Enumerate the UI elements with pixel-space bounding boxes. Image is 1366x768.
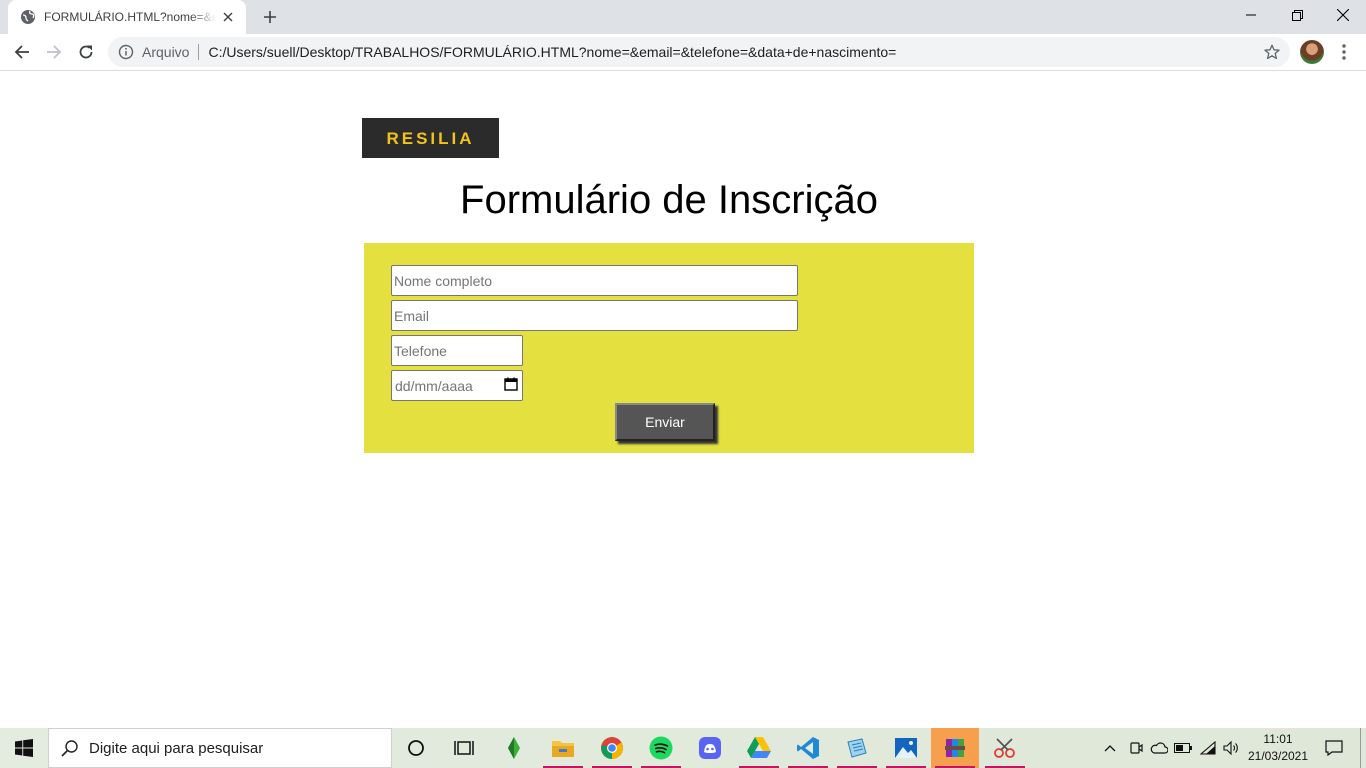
forward-icon[interactable] bbox=[40, 38, 68, 66]
system-clock[interactable]: 11:01 21/03/2021 bbox=[1244, 731, 1312, 765]
reload-icon[interactable] bbox=[72, 38, 100, 66]
file-explorer-icon[interactable] bbox=[539, 728, 587, 768]
google-drive-icon[interactable] bbox=[735, 728, 783, 768]
url-text[interactable]: C:/Users/suell/Desktop/TRABALHOS/FORMULÁ… bbox=[208, 44, 1262, 60]
submit-button[interactable]: Enviar bbox=[615, 403, 715, 441]
star-icon[interactable] bbox=[1262, 42, 1282, 62]
phone-input[interactable] bbox=[391, 335, 523, 366]
discord-icon[interactable] bbox=[686, 728, 734, 768]
close-icon[interactable] bbox=[220, 9, 236, 25]
omnibox-divider bbox=[198, 44, 200, 60]
onedrive-icon[interactable] bbox=[1148, 728, 1170, 768]
sims-icon[interactable] bbox=[490, 728, 538, 768]
info-icon[interactable] bbox=[118, 44, 134, 60]
tab-strip: FORMULÁRIO.HTML?nome=&email=&telefone=&d… bbox=[0, 0, 1366, 34]
minimize-icon[interactable] bbox=[1228, 0, 1274, 30]
more-vert-icon[interactable] bbox=[1334, 42, 1354, 62]
volume-icon[interactable] bbox=[1220, 728, 1242, 768]
plus-icon[interactable] bbox=[258, 5, 282, 29]
globe-icon bbox=[20, 9, 36, 25]
email-input[interactable] bbox=[391, 300, 798, 331]
search-icon bbox=[61, 739, 79, 757]
photos-icon[interactable] bbox=[882, 728, 930, 768]
browser-tab[interactable]: FORMULÁRIO.HTML?nome=&email=&telefone=&d… bbox=[8, 0, 246, 34]
profile-avatar[interactable] bbox=[1300, 40, 1324, 64]
birthdate-input[interactable]: dd/mm/aaaa bbox=[391, 370, 523, 401]
wifi-icon[interactable] bbox=[1197, 728, 1219, 768]
page-viewport: RESILIA Formulário de Inscrição dd/mm/aa… bbox=[0, 71, 1366, 728]
vscode-icon[interactable] bbox=[784, 728, 832, 768]
chrome-icon[interactable] bbox=[588, 728, 636, 768]
winrar-icon[interactable] bbox=[931, 728, 979, 768]
show-desktop-button[interactable] bbox=[1360, 728, 1366, 768]
battery-icon[interactable] bbox=[1172, 728, 1194, 768]
back-icon[interactable] bbox=[8, 38, 36, 66]
cortana-icon[interactable] bbox=[392, 728, 440, 768]
resilia-logo: RESILIA bbox=[362, 118, 499, 158]
spotify-icon[interactable] bbox=[637, 728, 685, 768]
meet-now-icon[interactable] bbox=[1126, 728, 1146, 768]
clock-date: 21/03/2021 bbox=[1247, 749, 1309, 763]
chevron-up-icon[interactable] bbox=[1100, 728, 1120, 768]
page-title: Formulário de Inscrição bbox=[460, 178, 878, 222]
scheme-label: Arquivo bbox=[142, 44, 190, 60]
tab-title: FORMULÁRIO.HTML?nome=&email=&telefone=&d… bbox=[44, 10, 216, 24]
snipping-tool-icon[interactable] bbox=[981, 728, 1029, 768]
browser-toolbar: Arquivo C:/Users/suell/Desktop/TRABALHOS… bbox=[0, 34, 1366, 71]
windows-taskbar: Digite aqui para pesquisar 11:01 21/03/2… bbox=[0, 728, 1366, 768]
calendar-icon[interactable] bbox=[504, 377, 518, 394]
address-bar[interactable]: Arquivo C:/Users/suell/Desktop/TRABALHOS… bbox=[108, 37, 1290, 67]
search-placeholder: Digite aqui para pesquisar bbox=[89, 739, 264, 757]
date-placeholder: dd/mm/aaaa bbox=[395, 377, 473, 394]
task-view-icon[interactable] bbox=[440, 728, 488, 768]
restore-icon[interactable] bbox=[1274, 0, 1320, 30]
clock-time: 11:01 bbox=[1263, 732, 1293, 746]
windows-start-icon[interactable] bbox=[0, 728, 48, 768]
window-close-icon[interactable] bbox=[1320, 0, 1366, 30]
registration-form: dd/mm/aaaa Enviar bbox=[364, 243, 974, 453]
notification-center-icon[interactable] bbox=[1320, 728, 1348, 768]
name-input[interactable] bbox=[391, 265, 798, 296]
notepad-icon[interactable] bbox=[833, 728, 881, 768]
taskbar-search[interactable]: Digite aqui para pesquisar bbox=[48, 728, 392, 768]
